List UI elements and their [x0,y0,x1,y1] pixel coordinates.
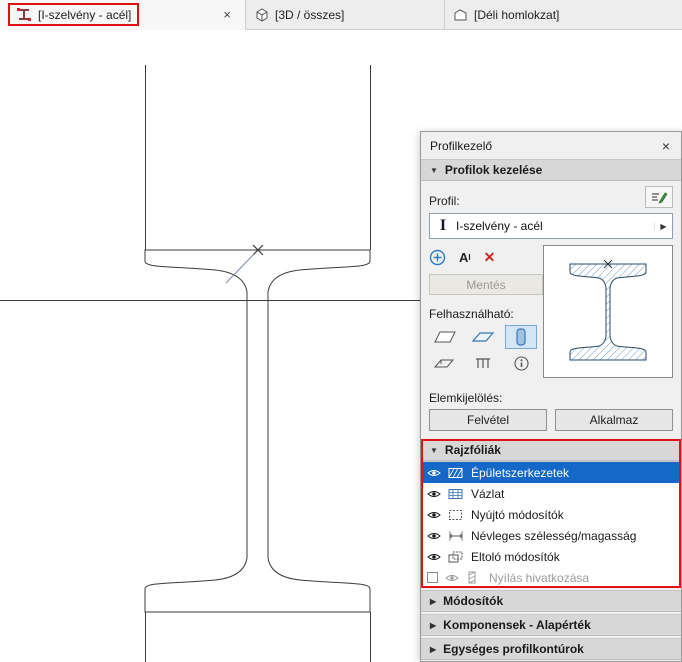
text-edit-icon: A [459,249,469,265]
eye-icon[interactable] [427,489,443,499]
profile-editor-icon [16,7,32,22]
use-with-complex-button[interactable] [429,351,461,375]
tab-label: [Déli homlokzat] [474,7,560,22]
profil-label: Profil: [429,194,460,208]
layer-type-icon [466,571,484,584]
layer-type-icon [448,551,466,563]
close-tab-icon[interactable]: × [217,7,237,22]
apply-button[interactable]: Alkalmaz [555,409,673,431]
delete-profile-button[interactable]: ✕ [484,249,496,266]
cube-3d-icon [254,7,269,22]
application-window: [I-szelvény - acél] × [3D / összes] [Dél… [0,0,682,662]
chevron-right-icon: ▶ [430,644,437,654]
use-with-wall-button[interactable] [429,325,461,349]
rename-profile-button[interactable]: AI [459,250,471,265]
layer-row-eltolo-modositok[interactable]: Eltoló módosítók [421,546,681,567]
use-with-railing-button[interactable] [467,351,499,375]
use-with-beam-button[interactable] [467,325,499,349]
beam-icon [471,332,495,342]
elevation-icon [453,8,468,22]
layer-row-vazlat[interactable]: Vázlat [421,483,681,504]
pickup-button[interactable]: Felvétel [429,409,547,431]
chevron-right-icon: ▶ [430,596,437,606]
chevron-down-icon: ▼ [430,445,438,455]
tab-bar: [I-szelvény - acél] × [3D / összes] [Dél… [0,0,682,30]
layer-type-icon [448,467,466,479]
shell-icon [433,359,455,368]
tab-label: [I-szelvény - acél] [38,7,132,22]
section-header-components[interactable]: ▶ Komponensek - Alapérték [421,614,681,636]
tab-profile-editor[interactable]: [I-szelvény - acél] × [0,0,246,30]
i-profile-glyph-icon: I [439,217,447,234]
use-with-column-button[interactable] [505,325,537,349]
layer-label: Eltoló módosítók [471,549,560,564]
layer-checkbox[interactable] [427,572,438,583]
close-panel-icon[interactable]: × [660,138,672,154]
add-circle-icon [429,249,446,265]
eye-icon[interactable] [427,531,443,541]
section-header-modifiers[interactable]: ▶ Módosítók [421,590,681,612]
layer-type-icon [448,530,466,542]
panel-title-bar[interactable]: Profilkezelő × [421,132,681,159]
section-header-contours[interactable]: ▶ Egységes profilkontúrok [421,638,681,660]
layer-label: Vázlat [471,486,505,501]
profile-select-dropdown[interactable]: I I-szelvény - acél ▶ [429,213,673,239]
selected-profile-name: I-szelvény - acél [456,219,543,233]
save-button[interactable]: Mentés [429,274,543,295]
annotation-red-box-layers: ▼ Rajzfóliák Épületszerkezetek Vázlat Ny… [421,439,681,588]
profile-preview-drawing [569,259,647,361]
column-icon [516,328,526,346]
profile-settings-button[interactable] [645,186,673,208]
profile-preview [543,245,673,378]
layer-label: Épületszerkezetek [471,465,570,480]
tab-label: [3D / összes] [275,7,345,22]
info-icon [513,355,529,371]
eye-icon[interactable] [445,573,461,583]
profile-manager-panel: Profilkezelő × ▼ Profilok kezelése Profi… [420,131,682,662]
layer-row-epuletszerkezetek[interactable]: Épületszerkezetek [421,462,681,483]
layer-label: Névleges szélesség/magasság [471,528,637,543]
profile-edit-icon [652,192,668,204]
annotation-red-box-tab: [I-szelvény - acél] [8,3,140,26]
eye-icon[interactable] [427,510,443,520]
railing-icon [476,358,490,368]
info-button[interactable] [505,351,537,375]
wall-icon [434,331,456,343]
layer-row-nyujto-modositok[interactable]: Nyújtó módosítók [421,504,681,525]
layer-label: Nyílás hivatkozása [489,570,590,585]
panel-title: Profilkezelő [430,138,493,153]
layer-label: Nyújtó módosítók [471,507,564,522]
section-header-layers[interactable]: ▼ Rajzfóliák [421,439,681,461]
eye-icon[interactable] [427,552,443,562]
element-selection-label: Elemkijelölés: [429,391,503,405]
tab-elevation[interactable]: [Déli homlokzat] [445,0,682,30]
layer-row-nevleges-szelesseg-magassag[interactable]: Névleges szélesség/magasság [421,525,681,546]
chevron-right-icon[interactable]: ▶ [654,221,672,231]
new-profile-button[interactable] [429,249,446,266]
eye-icon[interactable] [427,468,443,478]
tab-3d-view[interactable]: [3D / összes] [246,0,445,30]
chevron-right-icon: ▶ [430,620,437,630]
layer-type-icon [448,509,466,521]
layer-row-nyilas-hivatkozasa[interactable]: Nyílás hivatkozása [421,567,681,588]
chevron-down-icon: ▼ [430,165,438,175]
layer-type-icon [448,488,466,500]
layer-list: Épületszerkezetek Vázlat Nyújtó módosító… [421,461,681,588]
section-header-profiles[interactable]: ▼ Profilok kezelése [421,159,681,181]
